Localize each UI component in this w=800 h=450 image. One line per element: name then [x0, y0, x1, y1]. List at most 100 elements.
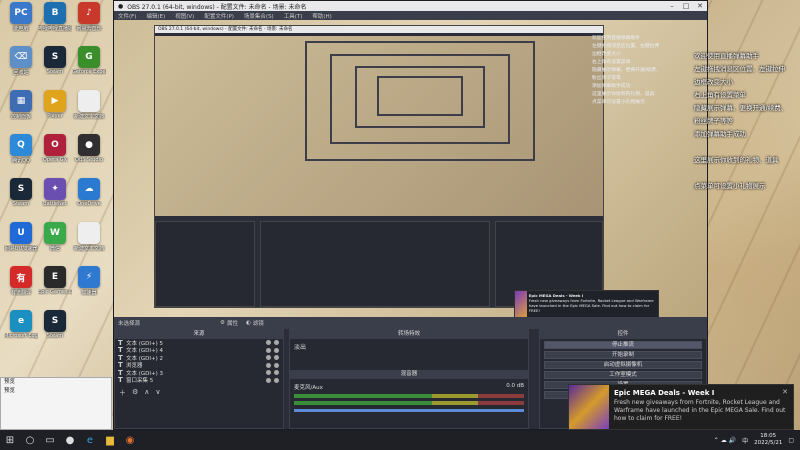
desktop-icon-label: 微信: [49, 246, 60, 252]
epic-notification[interactable]: Epic MEGA Deals - Week I Fresh new givea…: [568, 384, 794, 430]
desktop-icon[interactable]: W 微信: [38, 222, 72, 252]
eye-icon[interactable]: [266, 355, 271, 361]
desktop-icon[interactable]: GGeforce Experience: [72, 46, 106, 75]
side-note-line: 点菜单可设置小礼物展示: [694, 182, 766, 190]
control-button[interactable]: 启动虚拟摄像机: [544, 361, 702, 369]
filters-button[interactable]: 滤镜: [253, 319, 264, 327]
desktop-icon-label: 新建文本文档: [73, 246, 104, 252]
desktop-icon-label: BattleNet: [43, 201, 67, 207]
taskbar: ⊞ ○ ▭ ● e ▆ ◉ ⌃ ☁ 🔊 中 18:05 2022/5/21 ▢: [0, 430, 800, 450]
desktop-icon-label: 网易云音乐: [76, 26, 102, 32]
desktop-icon[interactable]: ⌫ 回收站: [4, 46, 38, 76]
maximize-icon[interactable]: □: [679, 2, 693, 10]
desktop-icon-label: 控制面板: [10, 114, 31, 120]
menu-item[interactable]: 视图(V): [175, 12, 194, 20]
desktop-icon[interactable]: ● OBS Studio: [72, 134, 106, 163]
source-settings-icon[interactable]: ⚙: [132, 388, 138, 398]
window-title: OBS 27.0.1 (64-bit, windows) - 配置文件: 未命名…: [127, 3, 307, 11]
lock-icon[interactable]: [274, 340, 279, 346]
menu-item[interactable]: 帮助(H): [312, 12, 331, 20]
task-view-icon[interactable]: ▭: [40, 430, 60, 450]
desktop-icon[interactable]: S Steam: [38, 310, 72, 339]
desktop-icon-label: 新建文本文档: [73, 114, 104, 120]
preview-toast: Epic MEGA Deals - Week I Fresh new givea…: [514, 290, 659, 317]
control-button[interactable]: 开始录制: [544, 351, 702, 359]
desktop-icon[interactable]: Q 腾讯QQ: [4, 134, 38, 164]
volume-slider[interactable]: [294, 409, 524, 412]
source-toggles: [266, 355, 279, 361]
lock-icon[interactable]: [274, 355, 279, 361]
move-up-icon[interactable]: ∧: [144, 388, 149, 398]
desktop-icon[interactable]: PC 此电脑: [4, 2, 38, 32]
desktop-icon[interactable]: S Steam: [4, 178, 38, 207]
desktop-icon-label: Player: [47, 113, 63, 119]
desktop-icon[interactable]: S Steam: [38, 46, 72, 75]
desktop-icon[interactable]: 有有道翻译: [4, 266, 38, 296]
desktop-icon[interactable]: ⚡ 加速器: [72, 266, 106, 296]
menu-item[interactable]: 文件(F): [118, 12, 136, 20]
sources-dock: 来源 T 文本 (GDI+) 5 T 文本 (GDI+) 4 T 文本 (GDI+) 2T…: [114, 329, 284, 429]
minimize-icon[interactable]: –: [665, 2, 679, 10]
desktop-icon[interactable]: O Opera GX: [38, 134, 72, 163]
windows-start-icon[interactable]: ⊞: [0, 430, 20, 450]
eye-icon[interactable]: [266, 340, 271, 346]
menu-item[interactable]: 工具(T): [284, 12, 303, 20]
desktop-icon[interactable]: 新建文本文档: [72, 222, 106, 252]
eye-icon[interactable]: [266, 370, 271, 376]
popup-item[interactable]: 预览: [1, 378, 111, 387]
desktop-icon[interactable]: ☁ OneDrive: [72, 178, 106, 207]
move-down-icon[interactable]: ∨: [155, 388, 160, 398]
transition-title: 转场特效: [290, 330, 528, 339]
desktop-icon[interactable]: U 网易UU加速器: [4, 222, 38, 252]
desktop-icon-glyph: W: [44, 222, 66, 244]
source-label: 窗口采集 5: [126, 378, 154, 385]
desktop-icon[interactable]: ♪ 网易云音乐: [72, 2, 106, 32]
side-note-line: 这里展示你收到的礼物、道具: [694, 156, 779, 164]
desktop-icon[interactable]: 新建文本文档: [72, 90, 106, 120]
desktop-icon[interactable]: EEpic Games Launcher: [38, 266, 72, 295]
close-icon[interactable]: ✕: [693, 2, 707, 10]
side-note-line: [694, 141, 800, 154]
eye-icon[interactable]: [266, 347, 271, 353]
desktop-icon[interactable]: B 哔哩哔哩直播姬: [38, 2, 72, 32]
desktop-icon[interactable]: e Microsoft Edge: [4, 310, 38, 339]
close-icon[interactable]: ✕: [782, 388, 788, 396]
edge-icon[interactable]: e: [80, 430, 100, 450]
lock-icon[interactable]: [274, 377, 279, 383]
popup-item[interactable]: 预览: [1, 387, 111, 396]
obs-taskbar-icon[interactable]: ●: [60, 430, 80, 450]
input-method-icon[interactable]: 中: [742, 436, 748, 445]
desktop-icon[interactable]: ✦ BattleNet: [38, 178, 72, 207]
control-button[interactable]: 停止推流: [544, 341, 702, 349]
preview-canvas[interactable]: OBS 27.0.1 (64-bit, windows) - 配置文件: 未命名…: [114, 20, 707, 317]
search-icon[interactable]: ○: [20, 430, 40, 450]
eye-icon[interactable]: [266, 377, 271, 383]
lock-icon[interactable]: [274, 370, 279, 376]
title-bar: ● OBS 27.0.1 (64-bit, windows) - 配置文件: 未…: [114, 1, 707, 11]
lock-icon[interactable]: [274, 362, 279, 368]
side-note-line: 添加弹幕助手成功: [694, 130, 746, 138]
filter-icon[interactable]: ◐: [246, 320, 251, 326]
add-source-icon[interactable]: ＋: [119, 388, 126, 398]
side-note-line: 左键拖拽消息区位置、左键拉伸: [694, 65, 785, 73]
explorer-icon[interactable]: ▆: [100, 430, 120, 450]
eye-icon[interactable]: [266, 362, 271, 368]
desktop-icon[interactable]: ▦ 控制面板: [4, 90, 38, 120]
app-icon[interactable]: ◉: [120, 430, 140, 450]
menu-item[interactable]: 编辑(E): [146, 12, 165, 20]
tray-icons[interactable]: ⌃ ☁ 🔊: [714, 437, 736, 444]
control-button[interactable]: 工作室模式: [544, 371, 702, 379]
side-note-line: 欢迎使用直播弹幕助手: [694, 52, 759, 60]
desktop-icon-label: 网易UU加速器: [4, 246, 38, 252]
lock-icon[interactable]: [274, 347, 279, 353]
menu-item[interactable]: 场景集合(S): [244, 12, 274, 20]
side-note-line: 右上角有设置菜单: [694, 91, 746, 99]
menu-item[interactable]: 配置文件(P): [204, 12, 234, 20]
notification-icon[interactable]: ▢: [788, 437, 794, 444]
gear-icon[interactable]: ⚙: [220, 320, 225, 326]
source-item[interactable]: T 窗口采集 5: [115, 376, 283, 385]
side-note-line: 边框改变大小: [694, 78, 733, 86]
properties-button[interactable]: 属性: [227, 319, 238, 327]
desktop-icon[interactable]: ▶ Player: [38, 90, 72, 119]
transition-select[interactable]: 淡出: [290, 339, 528, 354]
